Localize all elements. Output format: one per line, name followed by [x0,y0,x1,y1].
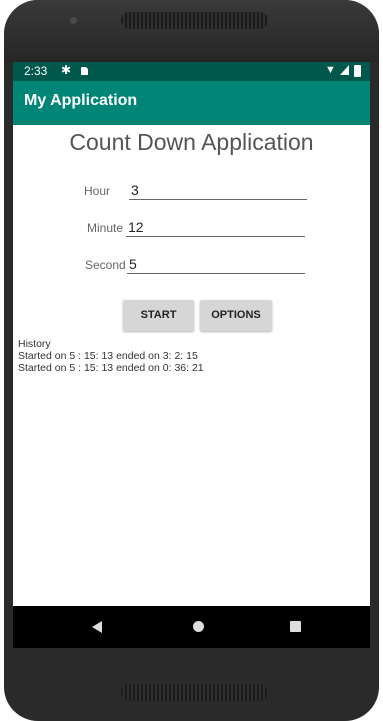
battery-icon [354,65,361,77]
minute-input[interactable]: 12 [126,218,305,237]
hour-label: Hour [84,184,111,198]
wifi-icon: ▼ [325,64,336,76]
status-time: 2:33 [24,64,48,78]
history-entry: Started on 5 : 15: 13 ended on 3: 2: 15 [18,350,198,362]
second-input[interactable]: 5 [127,255,305,274]
minute-label: Minute [87,221,124,235]
speaker-grille [121,12,268,29]
navigation-bar [13,606,370,648]
app-title: My Application [24,92,138,109]
options-button[interactable]: OPTIONS [200,300,272,331]
gear-icon: ✱ [61,63,72,77]
speaker-grille-bottom [121,684,268,701]
history-section: History Started on 5 : 15: 13 ended on 3… [18,338,204,374]
device-bezel-top [4,0,379,62]
history-title: History [18,338,51,350]
hour-input[interactable]: 3 [129,181,307,200]
start-button[interactable]: START [123,300,194,331]
recents-icon[interactable] [290,621,301,632]
camera-icon [70,17,77,24]
history-entry: Started on 5 : 15: 13 ended on 0: 36: 21 [18,362,204,374]
screen: 2:33 ✱ ▼ My Application Count Down Appli… [13,62,370,648]
second-label: Second [85,258,126,272]
device-frame: 2:33 ✱ ▼ My Application Count Down Appli… [4,0,379,721]
page-title: Count Down Application [69,129,314,155]
home-icon[interactable] [193,621,204,632]
app-bar: My Application [13,81,370,125]
sd-card-icon [81,67,88,75]
back-icon[interactable] [92,621,102,633]
signal-icon [340,65,349,75]
status-bar: 2:33 ✱ ▼ [13,62,370,81]
